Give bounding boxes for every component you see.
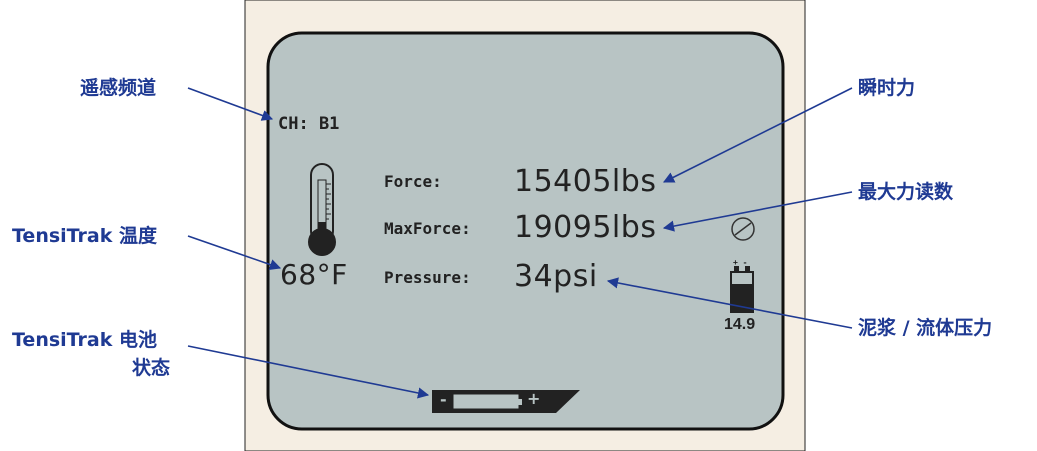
callout-pressure: 泥浆 / 流体压力: [858, 317, 993, 339]
battery-voltage: 14.9: [724, 316, 756, 333]
figure: CH: B1 68°F Force: 15405lbs MaxForce: 19…: [0, 0, 1037, 451]
bar-plus-sign: +: [527, 389, 541, 408]
force-label: Force:: [384, 172, 442, 191]
maxforce-value: 19095lbs: [514, 210, 657, 245]
callout-battery-line1: TensiTrak 电池: [12, 329, 157, 351]
callout-battery-line2: 状态: [132, 357, 171, 379]
callout-temperature: TensiTrak 温度: [12, 225, 157, 247]
force-value: 15405lbs: [514, 164, 657, 199]
battery-status-bar: [432, 390, 580, 413]
bar-minus-sign: -: [440, 390, 447, 409]
battery-terminals-label: + -: [733, 258, 748, 267]
temperature-readout: 68°F: [280, 258, 348, 291]
callout-channel: 遥感频道: [80, 77, 157, 99]
channel-readout: CH: B1: [278, 114, 340, 134]
pressure-label: Pressure:: [384, 268, 471, 287]
pressure-value: 34psi: [514, 259, 598, 294]
callout-force: 瞬时力: [858, 77, 916, 99]
maxforce-label: MaxForce:: [384, 219, 471, 238]
callout-maxforce: 最大力读数: [858, 181, 954, 203]
